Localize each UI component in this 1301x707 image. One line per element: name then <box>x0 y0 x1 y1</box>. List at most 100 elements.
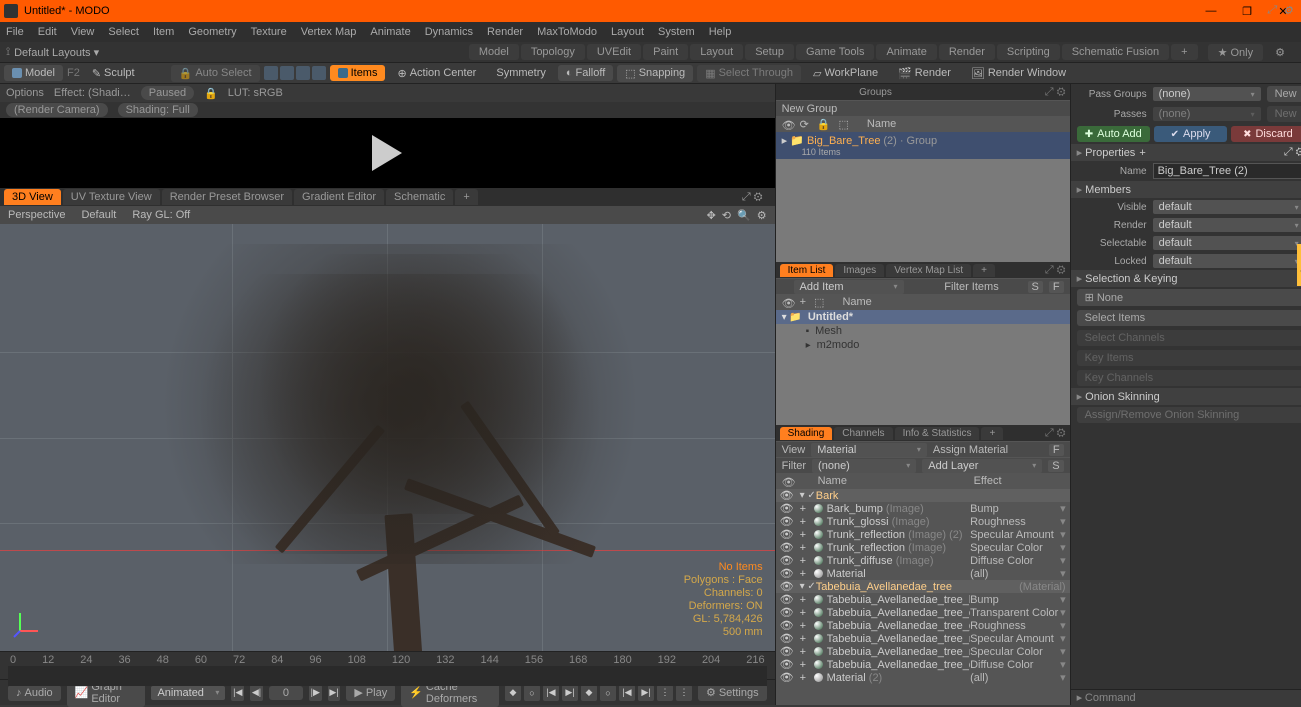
menu-item[interactable]: Item <box>153 26 174 38</box>
shader-row[interactable]: 👁+Trunk_reflection (Image)Specular Color… <box>776 541 1070 554</box>
layout-dropdown[interactable]: Default Layouts ▾ <box>14 46 99 59</box>
viewport-gear-icon[interactable]: ⚙ <box>757 209 767 222</box>
command-field[interactable]: Command <box>1085 692 1136 704</box>
shading-pill[interactable]: Shading: Full <box>118 103 198 117</box>
properties-header[interactable]: Properties <box>1077 146 1136 159</box>
animated-dropdown[interactable]: Animated <box>151 686 225 700</box>
render-preview[interactable] <box>0 118 775 188</box>
menu-animate[interactable]: Animate <box>370 26 410 38</box>
new-group-button[interactable]: New Group <box>776 100 1070 116</box>
layout-tab-scripting[interactable]: Scripting <box>997 44 1060 60</box>
view-tab-2[interactable]: Render Preset Browser <box>162 189 292 205</box>
menu-dynamics[interactable]: Dynamics <box>425 26 473 38</box>
menu-system[interactable]: System <box>658 26 695 38</box>
menu-vertex-map[interactable]: Vertex Map <box>301 26 357 38</box>
menu-file[interactable]: File <box>6 26 24 38</box>
shading-filter-dropdown[interactable]: (none) <box>812 459 916 473</box>
layout-gear-icon[interactable]: ⚙ <box>1265 44 1295 61</box>
play-icon[interactable] <box>372 135 402 171</box>
menu-view[interactable]: View <box>71 26 95 38</box>
shader-row[interactable]: 👁+Tabebuia_Avellanedae_tree_glossi (I…Ro… <box>776 619 1070 632</box>
zoom-icon[interactable]: 🔍 <box>737 209 751 222</box>
shader-row[interactable]: 👁+Trunk_reflection (Image) (2)Specular A… <box>776 528 1070 541</box>
itemlist-tab-2[interactable]: Vertex Map List <box>886 264 971 277</box>
sculpt-mode-button[interactable]: ✎ Sculpt <box>84 65 143 82</box>
lut-dropdown[interactable]: LUT: sRGB <box>228 87 283 99</box>
shading-style-dropdown[interactable]: Default <box>81 209 116 221</box>
menu-maxtomodo[interactable]: MaxToModo <box>537 26 597 38</box>
goto-start-button[interactable]: |◀ <box>231 685 244 701</box>
view-tab-3[interactable]: Gradient Editor <box>294 189 384 205</box>
layout-add-tab[interactable]: + <box>1171 44 1197 60</box>
shading-tab-3[interactable]: + <box>981 427 1003 440</box>
assign-material-button[interactable]: Assign Material <box>933 444 1043 456</box>
model-mode-button[interactable]: Model <box>4 65 63 81</box>
auto-select-button[interactable]: 🔒 Auto Select <box>171 65 260 82</box>
timeline[interactable]: 0122436486072849610812013214415616818019… <box>0 651 775 679</box>
settings-button[interactable]: ⚙ Settings <box>698 684 767 701</box>
shading-tab-1[interactable]: Channels <box>834 427 892 440</box>
symmetry-button[interactable]: Symmetry <box>488 65 554 81</box>
render-camera-pill[interactable]: (Render Camera) <box>6 103 108 117</box>
select-items-button[interactable]: Select Items <box>1077 310 1301 326</box>
menu-geometry[interactable]: Geometry <box>188 26 236 38</box>
select-through-button[interactable]: ▦ Select Through <box>697 65 801 82</box>
view-tab-4[interactable]: Schematic <box>386 189 453 205</box>
add-layer-dropdown[interactable]: Add Layer <box>922 459 1042 473</box>
viewport-expand-icon[interactable]: ⤢ ⚙ <box>734 189 771 206</box>
shader-row[interactable]: 👁+Material (2)(all)▾ <box>776 671 1070 684</box>
shading-view-dropdown[interactable]: Material <box>811 443 927 457</box>
shading-tree[interactable]: 👁▾ ✓ Bark👁+Bark_bump (Image)Bump▾👁+Trunk… <box>776 489 1070 705</box>
layout-tab-schematic-fusion[interactable]: Schematic Fusion <box>1062 44 1169 60</box>
filter-items-field[interactable]: Filter Items <box>922 281 1022 293</box>
key-controls[interactable]: ◆○|◀▶| ◆○|◀▶| ⋮⋮ <box>505 685 692 701</box>
shader-row[interactable]: 👁+Tabebuia_Avellanedae_tree_reflection S… <box>776 632 1070 645</box>
visible-dropdown[interactable]: default <box>1153 200 1301 214</box>
menu-edit[interactable]: Edit <box>38 26 57 38</box>
itemlist-tab-1[interactable]: Images <box>835 264 884 277</box>
shader-row[interactable]: 👁▾ ✓ Bark <box>776 489 1070 502</box>
render-window-button[interactable]: 🖼 Render Window <box>963 65 1074 82</box>
group-item[interactable]: ▸ 📁 Big_Bare_Tree (2) · Group 110 Items <box>776 132 1070 159</box>
axis-gizmo[interactable] <box>12 609 42 639</box>
layout-tab-setup[interactable]: Setup <box>745 44 794 60</box>
action-center-button[interactable]: ⊕ Action Center <box>389 65 484 82</box>
shader-row[interactable]: 👁▾ ✓ Tabebuia_Avellanedae_tree(Material) <box>776 580 1070 593</box>
effect-dropdown[interactable]: Effect: (Shadi… <box>54 87 131 99</box>
raygl-toggle[interactable]: Ray GL: Off <box>132 209 190 221</box>
mesh-item[interactable]: ▪ Mesh <box>776 324 1070 338</box>
layout-tab-layout[interactable]: Layout <box>690 44 743 60</box>
shader-row[interactable]: 👁+Bark_bump (Image)Bump▾ <box>776 502 1070 515</box>
shader-row[interactable]: 👁+Tabebuia_Avellanedae_tree_bump (I…Bump… <box>776 593 1070 606</box>
view-tab-5[interactable]: + <box>455 189 477 205</box>
selection-none-button[interactable]: ⊞ None <box>1077 289 1301 306</box>
layout-tab-uvedit[interactable]: UVEdit <box>587 44 641 60</box>
apply-button[interactable]: ✔ Apply <box>1154 126 1227 142</box>
menu-texture[interactable]: Texture <box>251 26 287 38</box>
perspective-dropdown[interactable]: Perspective <box>8 209 65 221</box>
items-mode-button[interactable]: Items <box>330 65 386 81</box>
menu-select[interactable]: Select <box>108 26 139 38</box>
falloff-button[interactable]: ◐ Falloff <box>558 65 613 81</box>
play-button[interactable]: ▶ Play <box>346 684 395 701</box>
add-item-dropdown[interactable]: Add Item <box>794 280 904 294</box>
workplane-button[interactable]: ▱ WorkPlane <box>805 65 886 82</box>
discard-button[interactable]: ✖ Discard <box>1231 126 1301 142</box>
view-tab-1[interactable]: UV Texture View <box>63 189 160 205</box>
menu-render[interactable]: Render <box>487 26 523 38</box>
shader-row[interactable]: 👁+Tabebuia_Avellanedae_tree_diffuse (…Di… <box>776 658 1070 671</box>
pass-groups-dropdown[interactable]: (none) <box>1153 87 1261 101</box>
next-frame-button[interactable]: |▶ <box>309 685 322 701</box>
menu-help[interactable]: Help <box>709 26 732 38</box>
audio-button[interactable]: ♪ Audio <box>8 685 61 701</box>
shader-row[interactable]: 👁+Trunk_glossi (Image)Roughness▾ <box>776 515 1070 528</box>
move-icon[interactable]: ✥ <box>707 209 716 222</box>
shader-row[interactable]: 👁+Tabebuia_Avellanedae_tree_reflection S… <box>776 645 1070 658</box>
minimize-button[interactable]: — <box>1197 5 1225 18</box>
prev-frame-button[interactable]: ◀| <box>250 685 263 701</box>
current-frame-field[interactable]: 0 <box>269 686 303 700</box>
gear-icon[interactable]: ⚙ <box>1283 4 1295 16</box>
3d-viewport[interactable]: No Items Polygons : Face Channels: 0 Def… <box>0 224 775 651</box>
expand-icon[interactable]: ⤢ <box>1267 4 1279 16</box>
groups-side-tab[interactable]: Groups <box>1297 244 1301 286</box>
